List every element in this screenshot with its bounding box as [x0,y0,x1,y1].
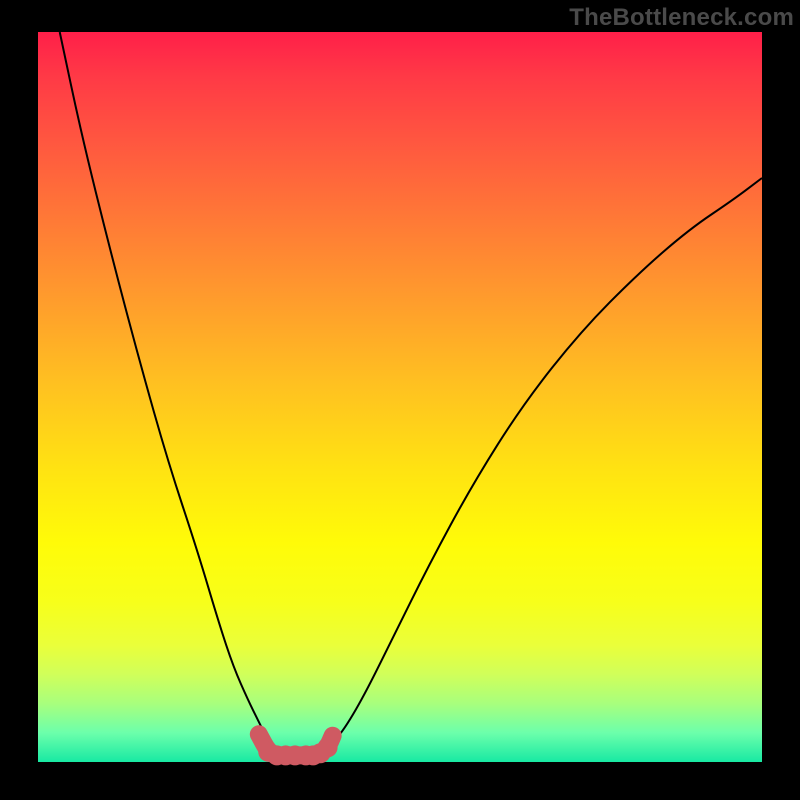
right-curve [328,178,762,747]
valley-marker [326,729,340,743]
valley-marker [252,727,266,741]
curve-layer [38,32,762,762]
left-curve [60,32,274,747]
chart-frame: TheBottleneck.com [0,0,800,800]
watermark-text: TheBottleneck.com [569,4,794,32]
plot-area [38,32,762,762]
